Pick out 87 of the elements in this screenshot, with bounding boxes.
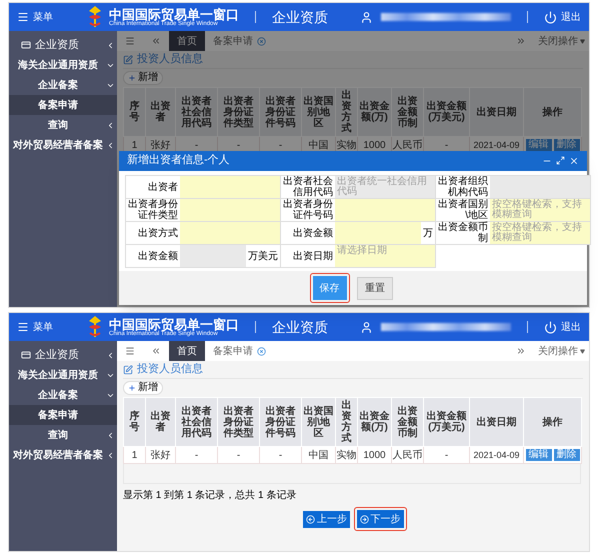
column-header: 序号: [124, 398, 146, 446]
input-field[interactable]: [180, 176, 280, 198]
edit-icon: [123, 364, 133, 374]
edit-icon: [123, 54, 133, 64]
save-button[interactable]: 保存: [312, 276, 346, 300]
input-field[interactable]: 请选择日期: [335, 245, 435, 267]
scroll-right-icon[interactable]: [516, 346, 526, 356]
field-label: 出资者社会信用代码: [281, 176, 335, 198]
menu-icon[interactable]: [125, 36, 135, 46]
table-cell: 1000: [358, 446, 392, 464]
edit-button[interactable]: 编辑: [526, 449, 552, 461]
sidebar-item[interactable]: 企业备案: [9, 385, 117, 405]
module-title: 企业资质: [272, 318, 328, 336]
close-menu-button[interactable]: 关闭操作: [534, 34, 589, 48]
sidebar-item[interactable]: 海关企业通用资质: [9, 365, 117, 385]
table-cell: 1: [124, 446, 146, 464]
table-cell: 实物: [336, 446, 358, 464]
column-header: 序号: [124, 88, 146, 136]
brand-title: 中国国际贸易单一窗口: [109, 8, 239, 20]
module-title: 企业资质: [272, 8, 328, 26]
card-icon: [21, 40, 31, 50]
arrow-right-icon: [360, 514, 368, 524]
input-field[interactable]: [180, 199, 280, 221]
sidebar-item[interactable]: 海关企业通用资质: [9, 55, 117, 75]
field-label: 出资者身份证件号码: [281, 199, 335, 221]
field-label: 出资者身份证件类型: [126, 199, 180, 221]
reset-button[interactable]: 重置: [357, 276, 393, 300]
sidebar-item[interactable]: 查询: [9, 115, 117, 135]
pager-summary: 显示第 1 到第 1 条记录，总共 1 条记录: [123, 488, 298, 503]
maximize-icon[interactable]: [556, 156, 565, 165]
sidebar-item[interactable]: 企业资质: [9, 35, 117, 55]
sidebar-item[interactable]: 备案申请: [9, 95, 117, 115]
scroll-right-icon[interactable]: [516, 36, 526, 46]
delete-button[interactable]: 删除: [554, 449, 580, 461]
add-button[interactable]: 新增: [123, 71, 163, 85]
table-cell: 张好: [146, 446, 176, 464]
logout-button[interactable]: 退出: [544, 320, 581, 334]
power-icon: [544, 320, 557, 334]
field-label: 出资者国别\地区: [436, 199, 490, 221]
user-icon: [360, 10, 373, 24]
sidebar-item[interactable]: 对外贸易经营者备案: [9, 135, 117, 155]
sidebar-item[interactable]: 企业资质: [9, 345, 117, 365]
close-menu-button[interactable]: 关闭操作: [534, 344, 589, 358]
brand-title: 中国国际贸易单一窗口: [109, 318, 239, 330]
add-button[interactable]: 新增: [123, 381, 163, 395]
menu-button[interactable]: 菜单: [17, 320, 53, 334]
caret-icon: [580, 38, 585, 44]
section-title: 投资人员信息: [137, 362, 203, 378]
section-title: 投资人员信息: [137, 52, 203, 68]
field-label: 出资者组织机构代码: [436, 176, 490, 198]
menu-icon: [17, 321, 29, 333]
user-icon: [360, 320, 373, 334]
tab[interactable]: 首页: [169, 341, 205, 361]
menu-button[interactable]: 菜单: [17, 10, 53, 24]
close-icon[interactable]: [569, 156, 579, 166]
logout-button[interactable]: 退出: [544, 10, 581, 24]
table-cell: 中国: [302, 446, 336, 464]
sidebar-item[interactable]: 企业备案: [9, 75, 117, 95]
input-field[interactable]: [335, 199, 435, 221]
plus-icon: [128, 74, 136, 82]
scroll-left-icon[interactable]: [151, 36, 161, 46]
sidebar-item[interactable]: 备案申请: [9, 405, 117, 425]
table-cell: -: [260, 446, 302, 464]
input-field[interactable]: [180, 222, 280, 244]
card-icon: [21, 350, 31, 360]
field-label: 出资金额币制: [436, 222, 490, 244]
arrow-left-icon: [306, 514, 315, 524]
table-cell: -: [218, 446, 260, 464]
previous-button[interactable]: 上一步: [303, 510, 350, 528]
next-button[interactable]: 下一步: [356, 510, 404, 528]
table-cell: -: [176, 446, 218, 464]
input-field[interactable]: [335, 222, 421, 244]
close-icon: [257, 346, 266, 356]
sidebar-item[interactable]: 查询: [9, 425, 117, 445]
dialog-title: 新增出资者信息-个人: [127, 152, 230, 168]
table-cell: 2021-04-09: [470, 446, 524, 464]
plus-icon: [128, 384, 136, 392]
tab[interactable]: 首页: [169, 31, 205, 51]
power-icon: [544, 10, 557, 24]
scroll-left-icon[interactable]: [151, 346, 161, 356]
menu-icon[interactable]: [125, 346, 135, 356]
table-cell: 人民币: [392, 446, 424, 464]
menu-icon: [17, 11, 29, 23]
sidebar-item[interactable]: 对外贸易经营者备案: [9, 445, 117, 465]
close-icon: [257, 36, 266, 46]
caret-icon: [580, 348, 585, 354]
table-cell: -: [424, 446, 470, 464]
